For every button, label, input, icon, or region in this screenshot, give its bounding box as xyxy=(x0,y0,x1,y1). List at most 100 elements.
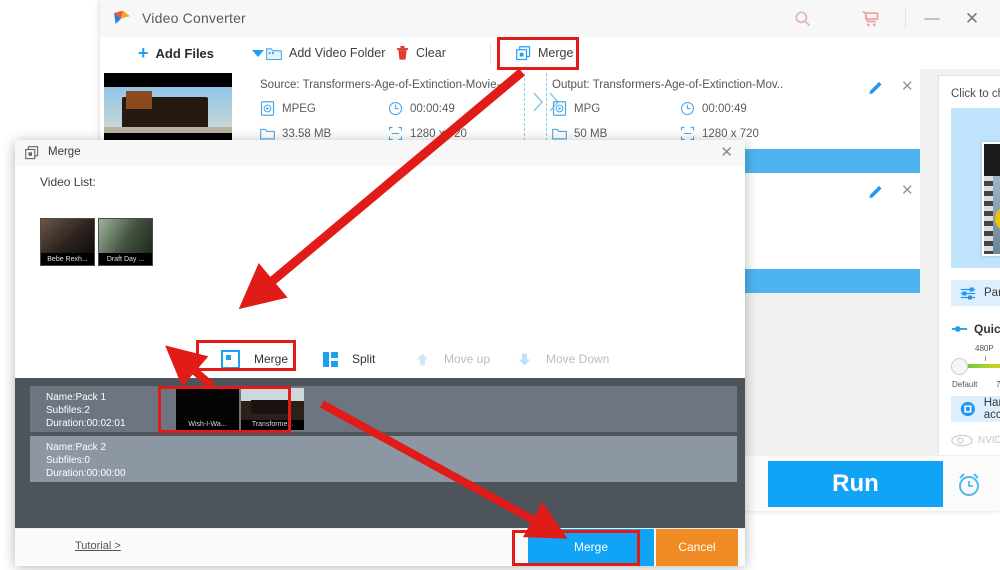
pack-list: Name:Pack 1 Subfiles:2 Duration:00:02:01… xyxy=(15,378,745,528)
quick-setting-label: Quick setting xyxy=(974,322,1000,336)
pack-info: Name:Pack 1 Subfiles:2 Duration:00:02:01 xyxy=(46,391,126,430)
folder-small-icon xyxy=(260,128,275,140)
output-format-selector[interactable]: MPG MPG xyxy=(951,108,1000,268)
hardware-acceleration-button[interactable]: Hardware acceleration xyxy=(951,396,1000,422)
pencil-icon[interactable] xyxy=(868,183,884,199)
minimize-button[interactable]: — xyxy=(920,8,944,30)
source-resolution: 1280 x 720 xyxy=(388,126,516,141)
output-format-value: MPG xyxy=(951,116,1000,133)
pack-name: Name:Pack 1 xyxy=(46,392,107,403)
highlight-box-dialog-merge-tool xyxy=(196,340,296,371)
chevron-right-icon xyxy=(533,92,544,112)
format-thumbnail: MPG xyxy=(982,142,1000,256)
clock-icon xyxy=(388,101,403,116)
cpu-icon xyxy=(960,401,975,417)
dialog-move-down-button: Move Down xyxy=(507,340,619,378)
folder-small-icon xyxy=(552,128,567,140)
dialog-title: Merge xyxy=(48,146,81,158)
clear-label: Clear xyxy=(416,46,446,60)
app-title: Video Converter xyxy=(142,10,246,26)
list-item[interactable]: Draft Day ... xyxy=(98,218,153,266)
video-thumb-caption: Draft Day ... xyxy=(99,254,152,265)
quick-setting-row: Quick setting xyxy=(951,322,1000,336)
tick-720p: 720P xyxy=(996,380,1000,389)
output-resolution: 1280 x 720 xyxy=(680,126,808,141)
add-files-button[interactable]: + Add Files xyxy=(130,37,222,69)
folder-icon xyxy=(266,47,282,60)
pack-subfiles: Subfiles:0 xyxy=(46,455,90,466)
source-duration: 00:00:49 xyxy=(388,101,516,116)
nvidia-option[interactable]: NVIDIA xyxy=(951,428,1000,452)
search-icon[interactable] xyxy=(793,9,813,29)
dialog-move-up-label: Move up xyxy=(444,352,491,366)
tutorial-link[interactable]: Tutorial > xyxy=(75,540,121,552)
pack-info: Name:Pack 2 Subfiles:0 Duration:00:00:00 xyxy=(46,441,126,480)
remove-row-button[interactable]: ✕ xyxy=(901,181,914,199)
gpu-options: NVIDIA intel Intel xyxy=(951,428,1000,452)
highlight-box-pack-thumbnails xyxy=(158,386,291,433)
output-column: Output: Transformers-Age-of-Extinction-M… xyxy=(552,69,812,141)
source-format-value: MPEG xyxy=(282,102,316,115)
highlight-box-footer-merge xyxy=(512,530,640,566)
nvidia-label: NVIDIA xyxy=(978,434,1000,446)
titlebar-divider xyxy=(905,8,906,28)
merge-icon xyxy=(25,146,39,160)
video-thumb-caption: Bebe Rexh... xyxy=(41,254,94,265)
nvidia-icon xyxy=(951,434,973,446)
row-divider-right xyxy=(546,73,548,141)
list-item[interactable]: Name:Pack 1 Subfiles:2 Duration:00:02:01… xyxy=(30,386,737,432)
output-size: 50 MB xyxy=(552,126,680,141)
list-item[interactable]: Bebe Rexh... xyxy=(40,218,95,266)
output-duration-value: 00:00:49 xyxy=(702,102,747,115)
video-list-label: Video List: xyxy=(40,175,96,189)
dialog-close-button[interactable]: ✕ xyxy=(720,143,733,161)
format-thumbnail-label: MPG xyxy=(984,144,1000,176)
parameter-settings-button[interactable]: Parameter settings xyxy=(951,280,1000,306)
plus-icon: + xyxy=(138,43,149,63)
slider-knob[interactable] xyxy=(951,358,968,375)
clear-button[interactable]: Clear xyxy=(388,37,454,69)
output-resolution-value: 1280 x 720 xyxy=(702,127,759,140)
dialog-toolbar: Merge Split Move up Move Down xyxy=(15,340,745,379)
arrow-up-icon xyxy=(416,353,429,365)
dialog-split-tool-label: Split xyxy=(352,352,376,366)
pack-duration: Duration:00:00:00 xyxy=(46,468,126,479)
tick-480p: 480P xyxy=(975,344,994,353)
quality-slider[interactable]: 480P 1080P 4K Default 720P 2K xyxy=(951,344,1000,392)
remove-row-button[interactable]: ✕ xyxy=(901,77,914,95)
split-icon xyxy=(323,351,338,367)
panel-hint: Click to change output format: xyxy=(951,88,1000,100)
source-format: MPEG xyxy=(260,101,388,116)
resize-icon xyxy=(388,126,403,141)
source-filename: Source: Transformers-Age-of-Extinction-M… xyxy=(260,79,520,91)
trash-icon xyxy=(397,45,408,60)
run-button[interactable]: Run xyxy=(768,461,943,507)
tick-default: Default xyxy=(952,380,978,389)
dialog-move-down-label: Move Down xyxy=(546,352,610,366)
output-duration: 00:00:49 xyxy=(680,101,808,116)
table-row[interactable]: Source: Transformers-Age-of-Extinction-M… xyxy=(100,69,920,150)
highlight-box-merge-toolbar xyxy=(497,37,579,70)
add-video-folder-label: Add Video Folder xyxy=(289,46,386,60)
add-files-label: Add Files xyxy=(155,45,215,61)
row-divider-left xyxy=(524,73,526,141)
alarm-clock-icon[interactable] xyxy=(955,470,983,498)
app-logo-icon xyxy=(114,10,130,25)
file-video-icon xyxy=(552,101,567,116)
source-size: 33.58 MB xyxy=(260,126,388,141)
source-duration-value: 00:00:49 xyxy=(410,102,455,115)
dialog-move-up-button: Move up xyxy=(405,340,500,378)
cart-icon[interactable] xyxy=(860,9,880,29)
output-format-value: MPG xyxy=(574,102,601,115)
parameter-settings-label: Parameter settings xyxy=(984,287,1000,299)
dialog-cancel-button[interactable]: Cancel xyxy=(656,529,738,566)
merge-dialog: Merge ✕ Video List: Bebe Rexh... Draft D… xyxy=(15,140,745,566)
dialog-split-tool-button[interactable]: Split xyxy=(313,340,385,378)
list-item[interactable]: Name:Pack 2 Subfiles:0 Duration:00:00:00 xyxy=(30,436,737,482)
add-video-folder-button[interactable]: Add Video Folder xyxy=(258,37,393,69)
arrow-down-icon xyxy=(518,353,531,365)
toolbar-divider-1 xyxy=(490,43,491,63)
file-video-icon xyxy=(260,101,275,116)
close-button[interactable]: ✕ xyxy=(960,8,984,30)
pencil-icon[interactable] xyxy=(868,79,884,95)
